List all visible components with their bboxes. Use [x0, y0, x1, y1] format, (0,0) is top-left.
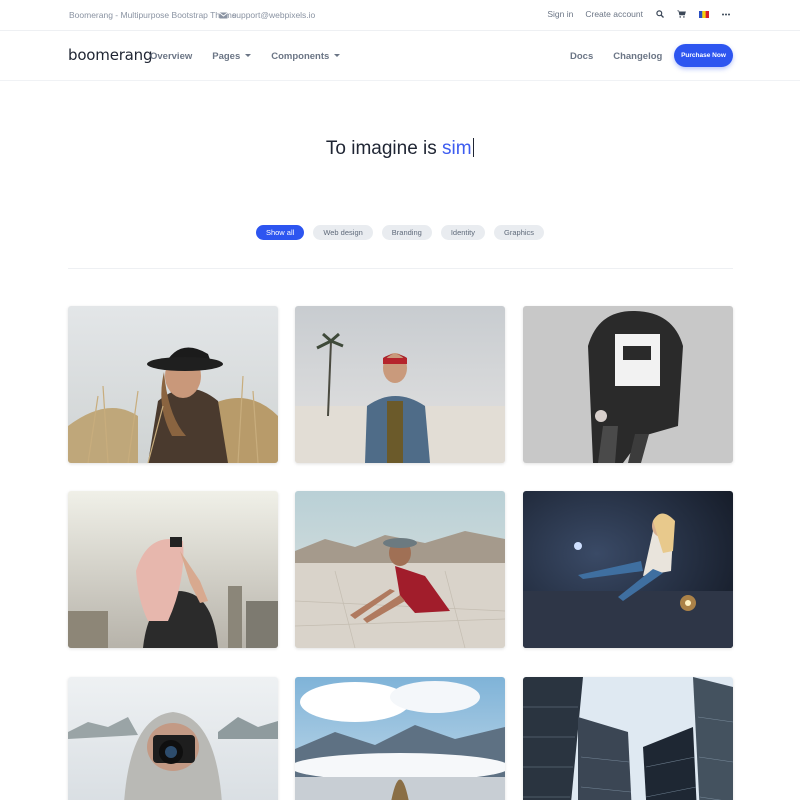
- gallery-item-man-on-beach[interactable]: [295, 306, 505, 463]
- cart-icon[interactable]: [677, 10, 686, 18]
- chevron-down-icon: [245, 54, 252, 57]
- skyscrapers-photo: [523, 677, 733, 800]
- hero-heading: To imagine is sim: [0, 138, 800, 160]
- nav-overview-label: Overview: [150, 51, 193, 62]
- man-on-beach-photo: [295, 306, 505, 463]
- filter-branding[interactable]: Branding: [381, 225, 432, 240]
- site-title: Boomerang - Multipurpose Bootstrap Theme: [69, 10, 237, 20]
- support-email-text: support@webpixels.io: [232, 10, 316, 20]
- nav-components-label: Components: [271, 51, 330, 62]
- nav-overview[interactable]: Overview: [150, 51, 192, 62]
- nav-components[interactable]: Components: [271, 51, 341, 62]
- filter-bar: Show all Web design Branding Identity Gr…: [0, 225, 800, 240]
- filter-show-all[interactable]: Show all: [255, 225, 305, 240]
- nav-pages-label: Pages: [212, 51, 241, 62]
- typing-cursor: [472, 138, 475, 157]
- nav-docs[interactable]: Docs: [570, 51, 593, 62]
- woman-taking-photo-photo: [68, 491, 278, 648]
- hero-typed-text: sim: [442, 138, 472, 159]
- nav-changelog[interactable]: Changelog: [613, 51, 662, 62]
- purchase-now-button[interactable]: Purchase Now: [674, 44, 733, 67]
- create-account-link[interactable]: Create account: [585, 9, 643, 19]
- hero-text-prefix: To imagine is: [325, 138, 443, 159]
- woman-in-hat-photo: [68, 306, 278, 463]
- gallery-item-woman-taking-photo[interactable]: [68, 491, 278, 648]
- hiker-in-mountains-photo: [295, 677, 505, 800]
- person-with-camera-photo: [68, 677, 278, 800]
- woman-with-sparkler-photo: [523, 491, 733, 648]
- chevron-down-icon: [334, 54, 341, 57]
- main-navbar: boomerang Overview Pages Components Docs…: [0, 31, 800, 81]
- filter-graphics[interactable]: Graphics: [494, 225, 545, 240]
- section-divider: [68, 268, 733, 269]
- more-icon[interactable]: [722, 13, 730, 16]
- filter-identity[interactable]: Identity: [440, 225, 486, 240]
- envelope-icon: [219, 11, 228, 18]
- woman-sitting-desert-photo: [295, 491, 505, 648]
- filter-web-design[interactable]: Web design: [313, 225, 373, 240]
- gallery-item-woman-in-sweater[interactable]: [523, 306, 733, 463]
- sign-in-link[interactable]: Sign in: [547, 9, 573, 19]
- gallery-item-woman-in-hat[interactable]: [68, 306, 278, 463]
- support-email[interactable]: support@webpixels.io: [219, 10, 315, 20]
- flag-icon[interactable]: [699, 10, 709, 18]
- woman-in-black-sweater-photo: [523, 306, 733, 463]
- gallery-item-person-with-camera[interactable]: [68, 677, 278, 800]
- brand-logo[interactable]: boomerang: [68, 46, 153, 64]
- gallery-item-woman-in-desert[interactable]: [295, 491, 505, 648]
- top-bar: Boomerang - Multipurpose Bootstrap Theme…: [0, 0, 800, 31]
- nav-pages[interactable]: Pages: [212, 51, 252, 62]
- gallery-item-woman-with-sparkler[interactable]: [523, 491, 733, 648]
- gallery-item-hiker-in-mountains[interactable]: [295, 677, 505, 800]
- gallery-item-skyscrapers[interactable]: [523, 677, 733, 800]
- search-icon[interactable]: [656, 10, 664, 18]
